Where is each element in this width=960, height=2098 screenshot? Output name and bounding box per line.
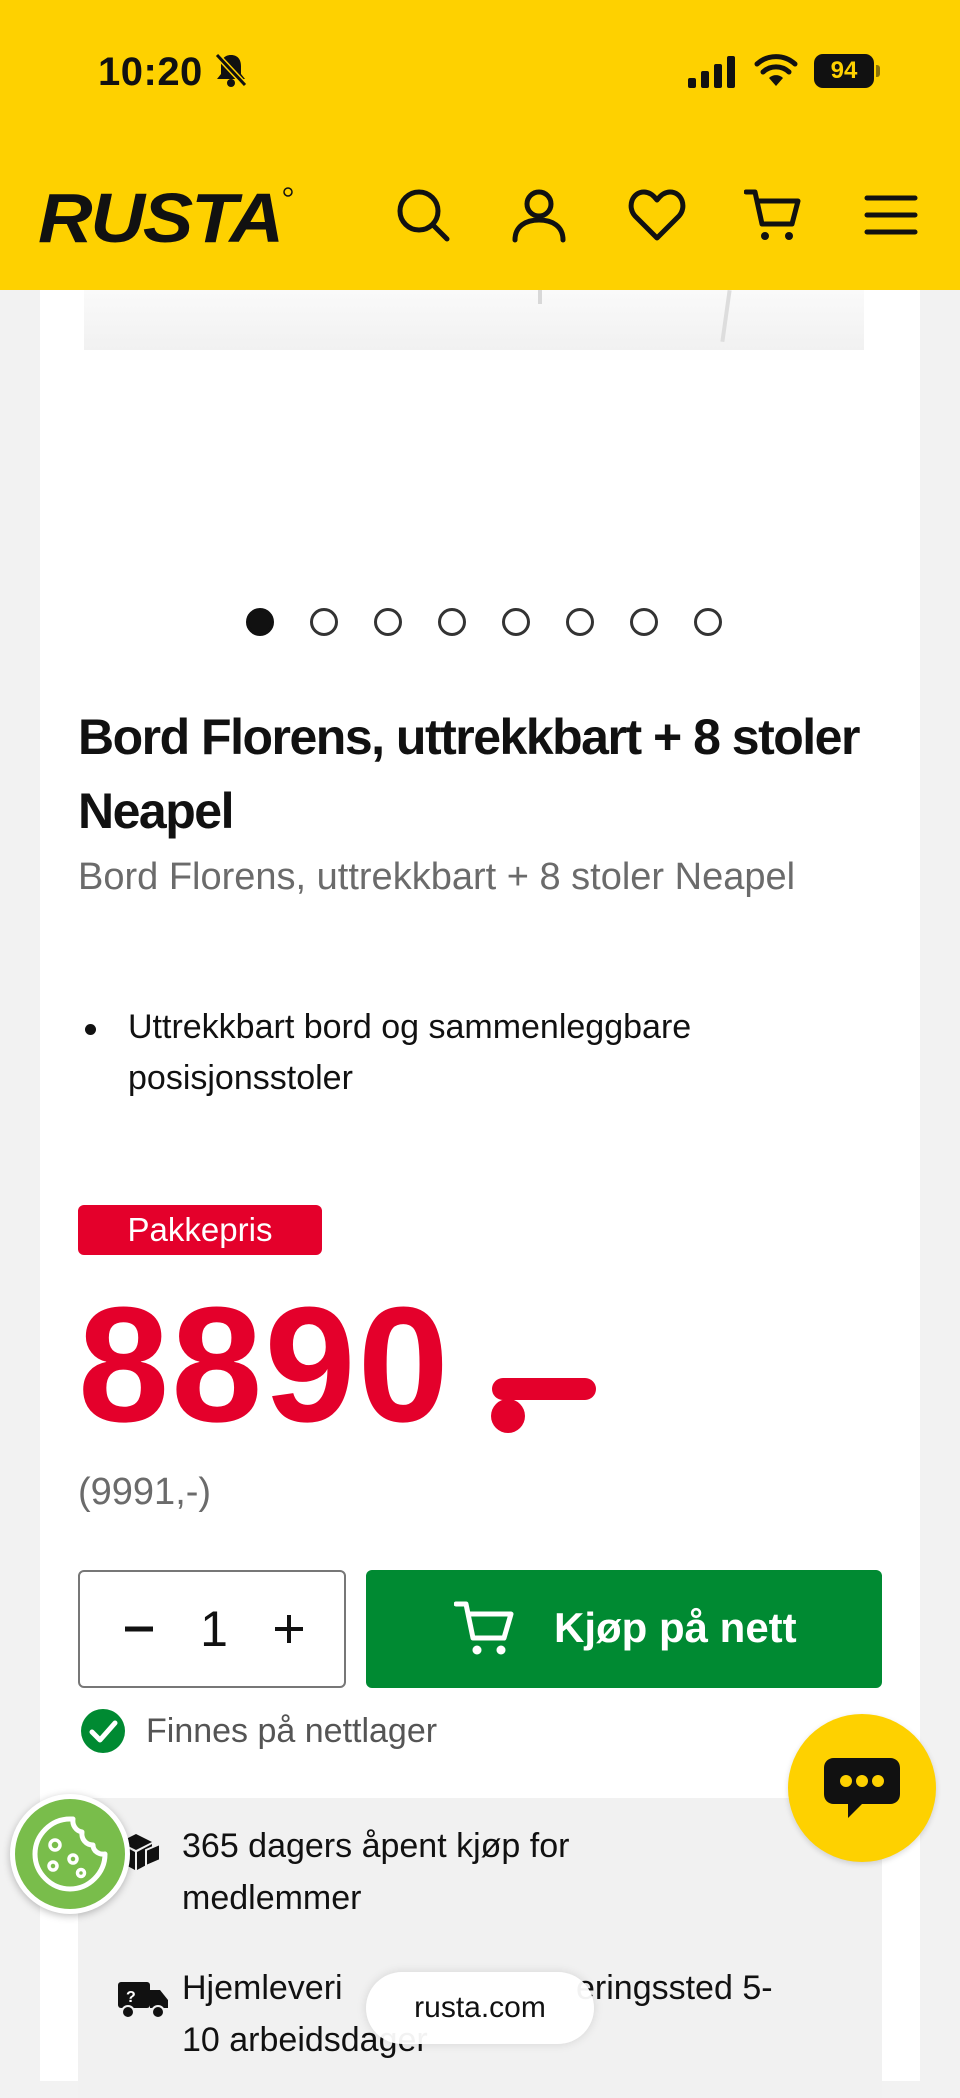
site-header: 10:20 94 RUSTA: [0, 0, 960, 290]
product-image[interactable]: [84, 289, 864, 350]
heart-icon[interactable]: [628, 186, 686, 244]
minus-icon[interactable]: [110, 1600, 168, 1658]
cart-icon[interactable]: [744, 186, 802, 244]
pagination-dot[interactable]: [502, 608, 530, 636]
signal-icon: [688, 56, 735, 88]
pagination-dot[interactable]: [438, 608, 466, 636]
info-box: 365 dagers åpent kjøp for medlemmer ? Hj…: [78, 1798, 882, 2098]
gallery-pagination: [246, 608, 722, 636]
svg-text:?: ?: [126, 1989, 136, 2006]
stock-status: Finnes på nettlager: [146, 1712, 438, 1750]
bullet-item: Uttrekkbart bord og sammenleggbare posis…: [78, 1002, 858, 1104]
cookie-icon: [32, 1816, 108, 1892]
pagination-dot[interactable]: [246, 608, 274, 636]
battery-level: 94: [814, 54, 874, 88]
pagination-dot[interactable]: [630, 608, 658, 636]
product-bullets: Uttrekkbart bord og sammenleggbare posis…: [78, 1002, 858, 1104]
bell-slash-icon: [214, 52, 248, 88]
chat-button[interactable]: [788, 1714, 936, 1862]
search-icon[interactable]: [394, 186, 452, 244]
quantity-value[interactable]: 1: [184, 1598, 244, 1660]
info-item-text: 365 dagers åpent kjøp for medlemmer: [182, 1827, 570, 1917]
delivery-truck-icon: ?: [118, 1982, 168, 2019]
checkmark-circle-icon: [81, 1709, 125, 1753]
pagination-dot[interactable]: [310, 608, 338, 636]
user-icon[interactable]: [510, 186, 568, 244]
price-dash-glyph: [491, 1378, 596, 1433]
product-title: Bord Florens, uttrekkbart + 8 stoler Nea…: [78, 709, 860, 839]
cart-icon: [454, 1601, 514, 1655]
info-item-text-tail: eringssted 5-: [576, 1969, 773, 2007]
cookie-settings-button[interactable]: [10, 1794, 130, 1914]
wifi-icon: [754, 54, 798, 86]
battery-icon: 94: [814, 54, 880, 88]
quantity-stepper: 1: [78, 1570, 346, 1688]
svg-text:RUSTA: RUSTA: [38, 182, 282, 252]
original-price: (9991,-): [78, 1471, 212, 1513]
chat-bubble-icon: [824, 1758, 900, 1818]
menu-icon[interactable]: [862, 186, 920, 244]
price: 8890: [78, 1273, 451, 1456]
browser-url-bar[interactable]: rusta.com: [366, 1972, 594, 2044]
product-card: Bord Florens, uttrekkbart + 8 stoler Nea…: [40, 289, 920, 2098]
info-item-text: Hjemleveri: [182, 1969, 343, 2007]
buy-online-label: Kjøp på nett: [554, 1604, 797, 1651]
status-time: 10:20: [98, 50, 203, 94]
pagination-dot[interactable]: [374, 608, 402, 636]
pagination-dot[interactable]: [566, 608, 594, 636]
product-subtitle: Bord Florens, uttrekkbart + 8 stoler Nea…: [78, 856, 796, 898]
package-price-badge: Pakkepris: [78, 1205, 322, 1255]
pagination-dot[interactable]: [694, 608, 722, 636]
plus-icon[interactable]: [260, 1600, 318, 1658]
buy-online-button[interactable]: Kjøp på nett: [366, 1570, 882, 1688]
rusta-logo[interactable]: RUSTA: [38, 182, 298, 252]
